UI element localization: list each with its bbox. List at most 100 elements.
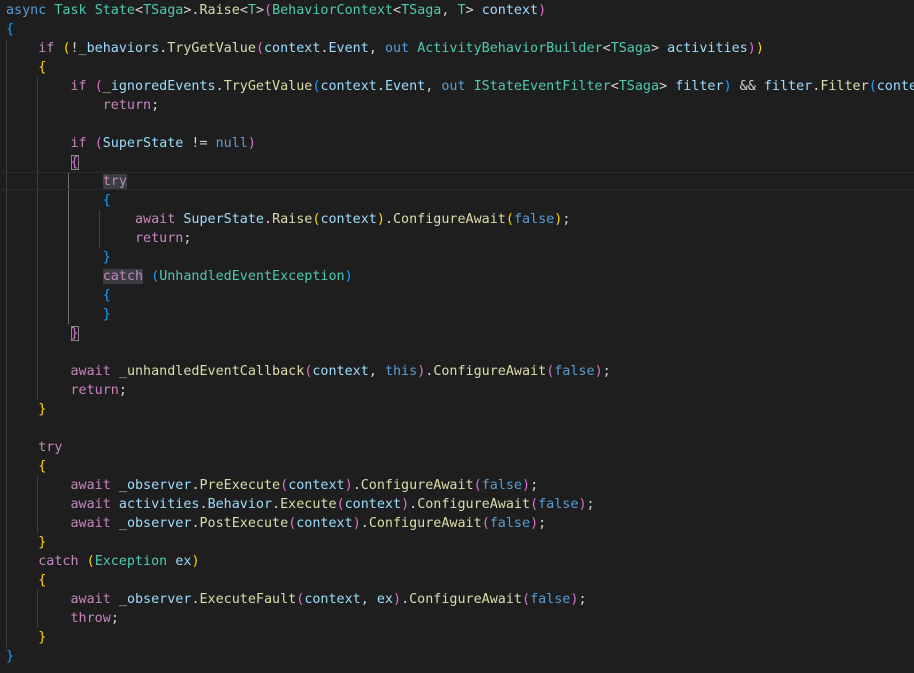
- code-token: (: [151, 269, 160, 284]
- code-token: TryGetValue: [223, 79, 313, 94]
- code-line[interactable]: return;: [6, 96, 914, 115]
- code-line[interactable]: await _observer.PostExecute(context).Con…: [6, 514, 914, 533]
- code-token: _: [102, 79, 111, 94]
- code-token: .: [409, 497, 418, 512]
- code-line[interactable]: [6, 419, 914, 438]
- code-token: observer: [126, 478, 192, 493]
- code-token: context: [320, 79, 377, 94]
- code-token: return: [135, 231, 184, 246]
- code-token: (: [505, 212, 514, 227]
- code-token: context: [481, 3, 539, 18]
- code-token: Behavior: [207, 497, 273, 512]
- code-token: >.: [183, 3, 200, 18]
- code-token: await: [70, 592, 111, 607]
- code-token: SuperState: [102, 136, 184, 151]
- code-token: (: [481, 516, 490, 531]
- code-line[interactable]: catch (Exception ex): [6, 552, 914, 571]
- code-line[interactable]: catch (UnhandledEventException): [6, 267, 914, 286]
- code-token: await: [70, 364, 111, 379]
- code-token: <: [393, 3, 402, 18]
- code-token: !_: [70, 41, 87, 56]
- code-line[interactable]: {: [6, 457, 914, 476]
- code-line[interactable]: [6, 343, 914, 362]
- code-token: _: [110, 592, 127, 607]
- code-token: out: [441, 79, 466, 94]
- code-token: Filter: [820, 79, 869, 94]
- code-line[interactable]: return;: [6, 381, 914, 400]
- code-line[interactable]: {: [6, 571, 914, 590]
- code-token: }: [102, 250, 111, 265]
- code-token: (: [280, 478, 289, 493]
- code-token: {: [70, 155, 79, 170]
- code-token: _: [110, 364, 127, 379]
- code-line[interactable]: }: [6, 533, 914, 552]
- code-line[interactable]: }: [6, 647, 914, 666]
- code-token: >: [659, 79, 676, 94]
- code-line[interactable]: if (!_behaviors.TryGetValue(context.Even…: [6, 39, 914, 58]
- code-token: ConfigureAwait: [433, 364, 547, 379]
- code-token: >: [465, 3, 482, 18]
- code-line[interactable]: async Task State<TSaga>.Raise<T>(Behavio…: [6, 1, 914, 20]
- code-line[interactable]: await _observer.PreExecute(context).Conf…: [6, 476, 914, 495]
- code-line[interactable]: }: [6, 400, 914, 419]
- code-token: .: [191, 516, 200, 531]
- code-token: {: [102, 288, 111, 303]
- code-token: >: [651, 41, 668, 56]
- code-line[interactable]: await _unhandledEventCallback(context, t…: [6, 362, 914, 381]
- code-token: <: [610, 79, 619, 94]
- code-token: if: [70, 79, 87, 94]
- code-area[interactable]: async Task State<TSaga>.Raise<T>(Behavio…: [0, 1, 914, 666]
- code-editor[interactable]: async Task State<TSaga>.Raise<T>(Behavio…: [0, 0, 914, 673]
- code-token: ): [538, 3, 547, 18]
- code-token: ConfigureAwait: [393, 212, 506, 227]
- code-token: &&: [731, 79, 764, 94]
- code-line[interactable]: await SuperState.Raise(context).Configur…: [6, 210, 914, 229]
- code-token: TSaga: [143, 3, 184, 18]
- code-token: (: [264, 3, 273, 18]
- code-line[interactable]: {: [6, 153, 914, 172]
- code-line[interactable]: [6, 115, 914, 134]
- code-line[interactable]: }: [6, 305, 914, 324]
- code-token: ): [755, 41, 764, 56]
- code-line[interactable]: {: [6, 20, 914, 39]
- code-line[interactable]: throw;: [6, 609, 914, 628]
- code-token: activities: [118, 497, 200, 512]
- code-token: false: [489, 516, 531, 531]
- code-token: PostExecute: [199, 516, 289, 531]
- code-token: context: [288, 478, 345, 493]
- code-token: ;: [578, 592, 587, 607]
- code-token: ConfigureAwait: [409, 592, 522, 607]
- code-token: context: [344, 497, 402, 512]
- code-token: await: [70, 478, 111, 493]
- code-token: Task: [54, 3, 87, 18]
- code-line[interactable]: }: [6, 628, 914, 647]
- code-line[interactable]: try: [0, 172, 914, 191]
- code-token: Raise: [199, 3, 240, 18]
- code-token: !=: [183, 136, 216, 151]
- code-line[interactable]: return;: [6, 229, 914, 248]
- code-line[interactable]: {: [6, 58, 914, 77]
- code-token: <: [239, 3, 248, 18]
- code-line[interactable]: try: [6, 438, 914, 457]
- code-token: false: [513, 212, 555, 227]
- code-line[interactable]: if (_ignoredEvents.TryGetValue(context.E…: [6, 77, 914, 96]
- code-line[interactable]: if (SuperState != null): [6, 134, 914, 153]
- code-token: ;: [110, 611, 119, 626]
- code-line[interactable]: }: [6, 248, 914, 267]
- code-token: async: [6, 3, 47, 18]
- code-line[interactable]: {: [6, 191, 914, 210]
- code-token: ): [578, 497, 587, 512]
- code-line[interactable]: await activities.Behavior.Execute(contex…: [6, 495, 914, 514]
- code-line[interactable]: }: [6, 324, 914, 343]
- code-line[interactable]: {: [6, 286, 914, 305]
- code-line[interactable]: await _observer.ExecuteFault(context, ex…: [6, 590, 914, 609]
